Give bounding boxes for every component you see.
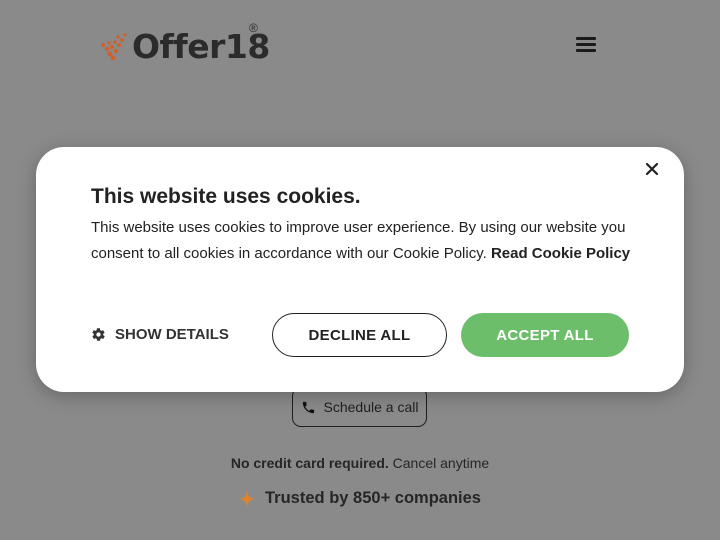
- logo-mark-icon: [101, 33, 127, 61]
- hamburger-menu-icon[interactable]: [576, 37, 596, 55]
- no-card-rest: Cancel anytime: [388, 455, 490, 471]
- site-header: Offer18 ®: [0, 0, 720, 92]
- cookie-consent-dialog: This website uses cookies. This website …: [36, 147, 684, 392]
- cookie-dialog-body: This website uses cookies to improve use…: [91, 215, 636, 266]
- show-details-label: SHOW DETAILS: [115, 326, 229, 343]
- trusted-label: Trusted by 850+ companies: [265, 489, 481, 507]
- trusted-by-line: Trusted by 850+ companies: [0, 489, 720, 508]
- gear-icon: [92, 328, 105, 341]
- decline-all-button[interactable]: DECLINE ALL: [272, 313, 447, 357]
- accept-all-button[interactable]: ACCEPT ALL: [461, 313, 629, 357]
- read-cookie-policy-link[interactable]: Read Cookie Policy: [491, 245, 630, 262]
- offer18-logo[interactable]: Offer18 ®: [100, 21, 270, 68]
- cookie-dialog-title: This website uses cookies.: [91, 185, 361, 208]
- show-details-toggle[interactable]: SHOW DETAILS: [91, 326, 229, 343]
- close-icon[interactable]: [642, 159, 662, 179]
- schedule-call-button[interactable]: Schedule a call: [292, 387, 427, 427]
- no-credit-card-note: No credit card required. Cancel anytime: [0, 455, 720, 471]
- schedule-call-label: Schedule a call: [323, 399, 419, 415]
- sparkle-icon: [239, 489, 256, 508]
- no-card-bold: No credit card required.: [230, 455, 389, 471]
- phone-icon: [302, 401, 314, 413]
- registered-mark: ®: [249, 21, 258, 35]
